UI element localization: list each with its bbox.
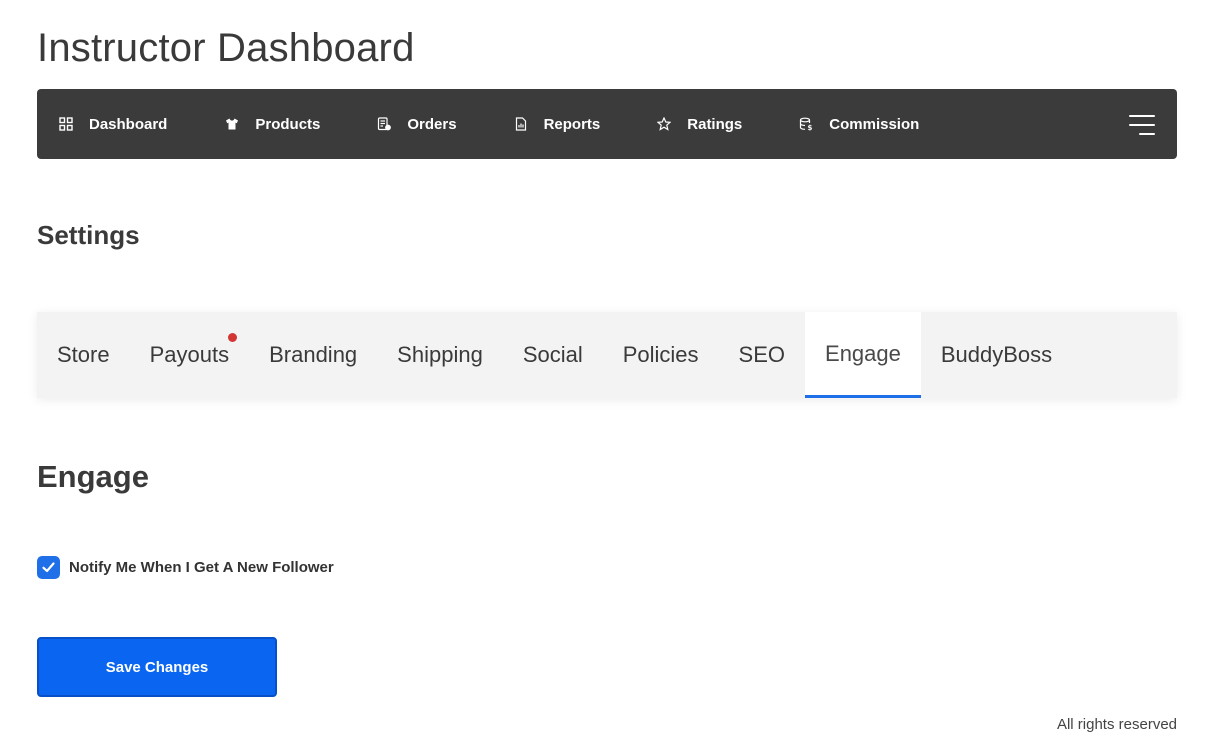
tab-label: Branding (269, 342, 358, 367)
tab-label: Engage (825, 340, 901, 366)
save-changes-button[interactable]: Save Changes (37, 637, 277, 697)
nav-item-label: Commission (829, 115, 920, 133)
engage-heading: Engage (37, 459, 149, 494)
grid-icon (59, 117, 73, 131)
tab-social[interactable]: Social (503, 312, 603, 398)
tab-engage[interactable]: Engage (805, 312, 921, 398)
orders-icon (377, 117, 392, 131)
database-money-icon: $ (799, 117, 813, 131)
notify-follower-checkbox[interactable] (37, 556, 60, 579)
shirt-icon (225, 117, 239, 131)
notify-follower-option: Notify Me When I Get A New Follower (37, 556, 334, 579)
nav-item-reports[interactable]: Reports (514, 89, 601, 159)
nav-item-commission[interactable]: $ Commission (799, 89, 919, 159)
tab-buddyboss[interactable]: BuddyBoss (921, 312, 1072, 398)
tab-label: Social (522, 342, 583, 367)
nav-item-label: Products (255, 115, 321, 133)
nav-item-label: Reports (543, 115, 601, 133)
footer-copyright: All rights reserved (1056, 716, 1177, 733)
tab-label: Store (57, 342, 110, 367)
tab-label: SEO (738, 342, 786, 367)
settings-heading: Settings (37, 220, 140, 250)
nav-item-label: Ratings (687, 115, 743, 133)
nav-item-products[interactable]: Products (225, 89, 320, 159)
report-icon (514, 117, 528, 131)
settings-tabs: Store Payouts Branding Shipping Social P… (37, 312, 1177, 398)
nav-item-orders[interactable]: Orders (377, 89, 457, 159)
tab-label: Payouts (149, 342, 230, 367)
nav-item-ratings[interactable]: Ratings (657, 89, 742, 159)
nav-item-label: Orders (407, 115, 457, 133)
tab-payouts[interactable]: Payouts (130, 312, 250, 398)
svg-text:$: $ (808, 124, 813, 131)
hamburger-icon[interactable] (1129, 113, 1155, 137)
nav-item-dashboard[interactable]: Dashboard (59, 89, 167, 159)
star-icon (657, 117, 672, 131)
tab-shipping[interactable]: Shipping (377, 312, 503, 398)
notification-dot (228, 333, 238, 342)
check-icon (42, 562, 55, 573)
tab-store[interactable]: Store (37, 312, 130, 398)
nav-item-label: Dashboard (89, 115, 168, 133)
top-navigation: Dashboard Products Orders Reports Rating… (37, 89, 1177, 159)
tab-label: Policies (622, 342, 699, 367)
tab-seo[interactable]: SEO (719, 312, 805, 398)
tab-policies[interactable]: Policies (603, 312, 719, 398)
tab-label: Shipping (397, 342, 483, 367)
notify-follower-label[interactable]: Notify Me When I Get A New Follower (69, 559, 334, 576)
tab-label: BuddyBoss (940, 342, 1053, 367)
tab-branding[interactable]: Branding (249, 312, 377, 398)
page-title: Instructor Dashboard (37, 26, 415, 70)
